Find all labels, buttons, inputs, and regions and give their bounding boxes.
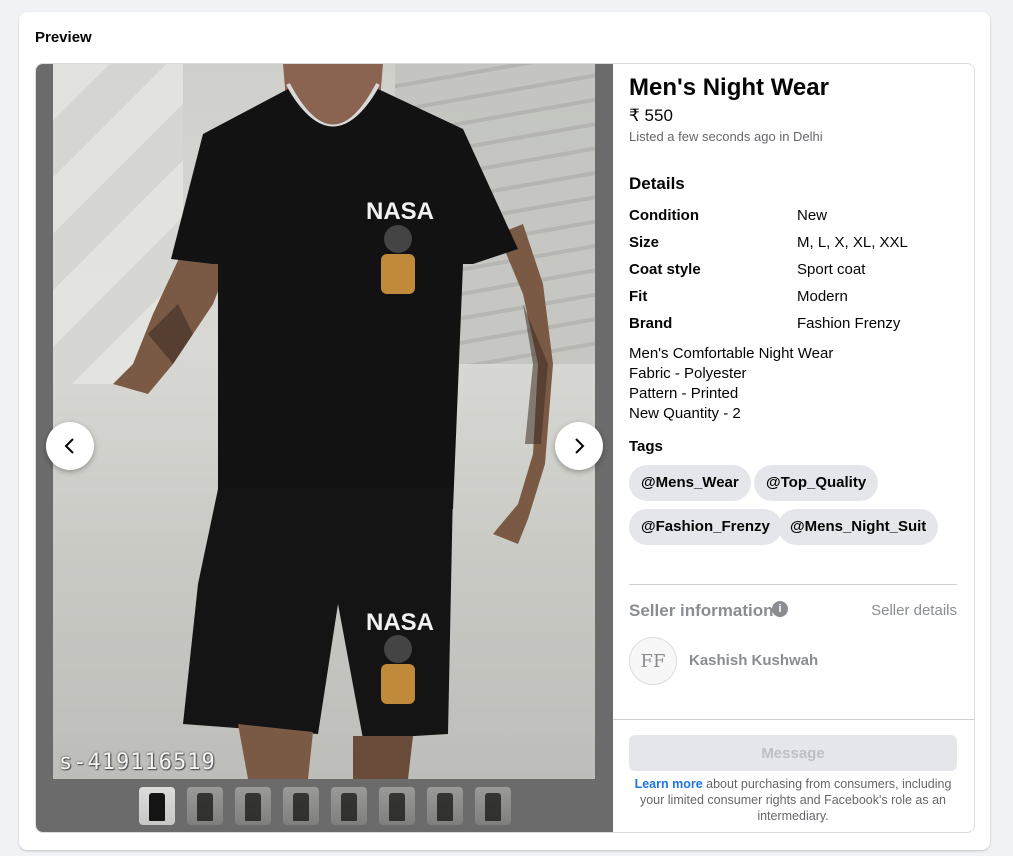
chevron-right-icon (575, 438, 585, 454)
info-icon[interactable]: i (772, 601, 788, 617)
detail-row-condition: Condition New (629, 207, 957, 227)
detail-value: Modern (797, 288, 848, 305)
seller-avatar[interactable]: FF (629, 637, 677, 685)
thumbnail[interactable] (186, 786, 223, 825)
detail-value: Sport coat (797, 261, 866, 278)
detail-label: Fit (629, 288, 648, 305)
learn-more-link[interactable]: Learn more (635, 777, 703, 791)
watermark: s-419116519 (59, 750, 216, 775)
detail-label: Brand (629, 315, 673, 332)
listing-details: Men's Night Wear ₹ 550 Listed a few seco… (613, 64, 974, 832)
detail-row-fit: Fit Modern (629, 288, 957, 308)
preview-card: Preview NASA NASA s-419116519 Men's Nigh… (19, 12, 990, 850)
thumbnail[interactable] (330, 786, 367, 825)
previous-image-button[interactable] (46, 422, 94, 470)
message-button[interactable]: Message (629, 735, 957, 771)
consumer-disclaimer: Learn more about purchasing from consume… (629, 776, 957, 824)
model-illustration: NASA NASA (113, 64, 553, 779)
detail-value: Fashion Frenzy (797, 315, 901, 332)
detail-label: Coat style (629, 261, 701, 278)
seller-details-link[interactable]: Seller details (871, 602, 957, 619)
thumbnail[interactable] (426, 786, 463, 825)
seller-info-heading: Seller information (629, 601, 774, 620)
detail-label: Size (629, 234, 660, 251)
tags-heading: Tags (629, 438, 663, 455)
listed-info: Listed a few seconds ago in Delhi (629, 129, 823, 144)
shorts-print: NASA (366, 609, 434, 636)
thumbnail[interactable] (234, 786, 271, 825)
next-image-button[interactable] (555, 422, 603, 470)
details-heading: Details (629, 174, 685, 193)
detail-label: Condition (629, 207, 699, 224)
tag-chip[interactable]: @Top_Quality (754, 465, 879, 501)
detail-value: New (797, 207, 828, 224)
thumbnail[interactable] (378, 786, 415, 825)
detail-value: M, L, X, XL, XXL (797, 234, 908, 251)
media-viewer: NASA NASA s-419116519 (36, 64, 613, 832)
thumbnail[interactable] (282, 786, 319, 825)
detail-row-brand: Brand Fashion Frenzy (629, 315, 957, 335)
chevron-left-icon (64, 438, 74, 454)
tag-chip[interactable]: @Mens_Wear (629, 465, 751, 501)
details-footer: Message Learn more about purchasing from… (613, 719, 974, 832)
tag-chip[interactable]: @Fashion_Frenzy (629, 509, 782, 545)
listing-price: ₹ 550 (629, 106, 673, 125)
section-divider (629, 584, 957, 585)
thumbnail-strip (36, 779, 613, 832)
detail-row-size: Size M, L, X, XL, XXL (629, 234, 957, 254)
listing-title: Men's Night Wear (629, 74, 829, 101)
thumbnail[interactable] (474, 786, 511, 825)
listing-photo: NASA NASA s-419116519 (53, 64, 595, 779)
listing-description: Men's Comfortable Night Wear Fabric - Po… (629, 345, 834, 422)
thumbnail[interactable] (138, 786, 175, 825)
tag-chip[interactable]: @Mens_Night_Suit (778, 509, 939, 545)
seller-name[interactable]: Kashish Kushwah (689, 652, 818, 669)
detail-row-coat-style: Coat style Sport coat (629, 261, 957, 281)
listing-preview: NASA NASA s-419116519 Men's Night Wear ₹… (35, 63, 975, 833)
card-title: Preview (35, 29, 92, 46)
shirt-print: NASA (366, 198, 434, 225)
